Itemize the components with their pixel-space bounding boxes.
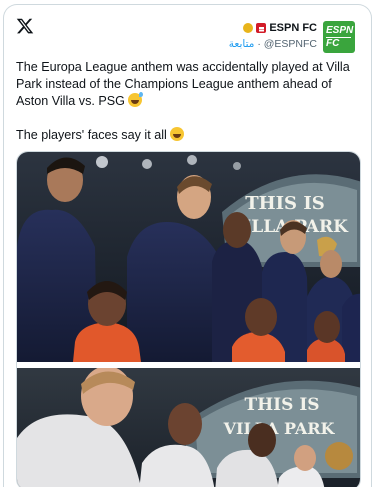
avatar[interactable]: ESPN FC (323, 21, 355, 53)
media-grid[interactable]: THIS IS VILLA PARK THIS IS VILLA PARK (16, 151, 361, 487)
author-handle[interactable]: @ESPNFC (264, 38, 317, 50)
verified-gold-icon (243, 23, 254, 33)
avatar-line2: FC (326, 37, 340, 49)
tweet-text-line1: The Europa League anthem was accidentall… (16, 60, 350, 108)
follow-link[interactable]: متابعة (229, 38, 255, 50)
photo2-banner-line1: THIS IS (244, 395, 319, 415)
affiliation-badge-icon (256, 23, 267, 33)
grinning-face-with-sweat-icon (128, 92, 144, 107)
author-name[interactable]: ESPN FC (269, 22, 317, 34)
photo1-banner-line1: THIS IS (245, 193, 325, 214)
photo-1[interactable]: THIS IS VILLA PARK (17, 152, 360, 362)
avatar-line1: ESPN (326, 24, 354, 36)
photo-2[interactable]: THIS IS VILLA PARK (17, 368, 360, 487)
tweet-card[interactable]: ESPN FC متابعة · @ESPNFC ESPN FC The Eur… (3, 4, 372, 487)
tweet-text: The Europa League anthem was accidentall… (16, 59, 362, 144)
author-block[interactable]: ESPN FC متابعة · @ESPNFC ESPN FC (229, 21, 355, 53)
x-logo-icon[interactable] (16, 17, 34, 35)
tweet-text-line2: The players' faces say it all (16, 128, 167, 142)
face-with-tears-of-joy-icon (170, 127, 185, 141)
photo2-banner-line2: VILLA PARK (223, 419, 336, 438)
